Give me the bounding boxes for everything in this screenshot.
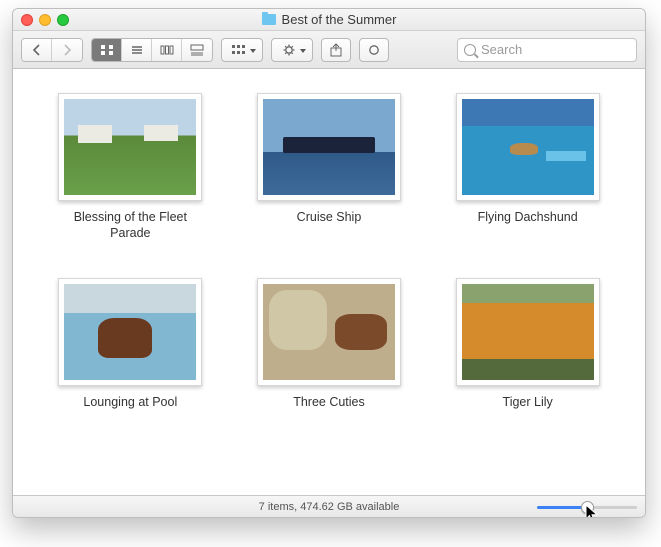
nav-buttons [21,38,83,62]
file-label: Lounging at Pool [83,394,177,410]
search-icon [464,44,476,56]
slider-knob[interactable] [581,501,594,514]
status-text: 7 items, 474.62 GB available [259,501,400,513]
thumbnail [257,278,401,386]
file-item[interactable]: Three Cuties [249,278,409,410]
thumbnail [456,93,600,201]
search-field[interactable]: Search [457,38,637,62]
content-area[interactable]: Blessing of the Fleet Parade Cruise Ship… [13,69,645,495]
window-zoom-button[interactable] [57,14,69,26]
file-label: Three Cuties [293,394,365,410]
list-view-button[interactable] [122,39,152,61]
list-icon [129,43,145,57]
forward-button[interactable] [52,39,82,61]
share-icon [328,43,344,57]
toolbar: Search [13,31,645,69]
back-button[interactable] [22,39,52,61]
columns-icon [159,43,175,57]
view-mode-buttons [91,38,213,62]
icon-size-slider[interactable] [537,500,637,514]
file-item[interactable]: Tiger Lily [448,278,608,410]
file-label: Tiger Lily [503,394,553,410]
grid-icon [99,43,115,57]
file-label: Cruise Ship [297,209,362,225]
status-bar: 7 items, 474.62 GB available [13,495,645,517]
file-label: Blessing of the Fleet Parade [55,209,205,242]
file-item[interactable]: Cruise Ship [249,93,409,242]
window-close-button[interactable] [21,14,33,26]
arrange-icon [231,43,247,57]
chevron-right-icon [59,43,75,57]
coverflow-view-button[interactable] [182,39,212,61]
icon-view-button[interactable] [92,39,122,61]
gear-icon [281,43,297,57]
action-button[interactable] [271,38,313,62]
file-item[interactable]: Flying Dachshund [448,93,608,242]
arrange-button[interactable] [221,38,263,62]
file-label: Flying Dachshund [478,209,578,225]
finder-window: Best of the Summer [12,8,646,518]
window-title: Best of the Summer [282,12,397,27]
file-item[interactable]: Lounging at Pool [50,278,210,410]
search-placeholder: Search [481,42,522,57]
tags-button[interactable] [359,38,389,62]
window-minimize-button[interactable] [39,14,51,26]
titlebar: Best of the Summer [13,9,645,31]
thumbnail [456,278,600,386]
tag-icon [366,43,382,57]
thumbnail [58,93,202,201]
thumbnail [257,93,401,201]
column-view-button[interactable] [152,39,182,61]
folder-icon [262,14,276,25]
share-button[interactable] [321,38,351,62]
thumbnail [58,278,202,386]
chevron-left-icon [29,43,45,57]
file-item[interactable]: Blessing of the Fleet Parade [50,93,210,242]
coverflow-icon [189,43,205,57]
